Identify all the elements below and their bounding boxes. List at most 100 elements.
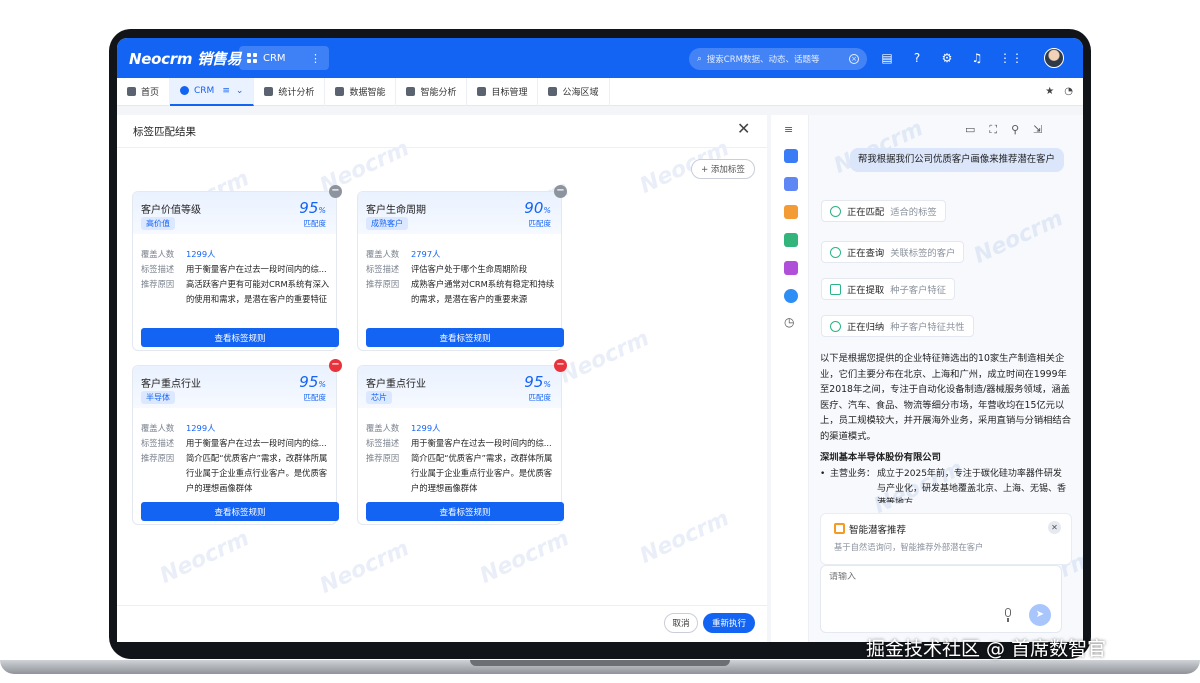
app-screen: Neocrm 销售易 CRM ⋮ ⌕ 搜索CRM数据、动态、话题等 × ▤ ? … (117, 38, 1083, 642)
card-header: 客户重点行业 芯片 95% 匹配度 (358, 366, 561, 408)
remove-tag-icon[interactable]: − (554, 359, 567, 372)
watermark: Neocrm (970, 206, 1068, 269)
more-icon: ⋮ (310, 51, 321, 65)
detail-value: 用于衡量客户在过去一段时间内的综... (186, 438, 327, 448)
search-input[interactable]: 搜索CRM数据、动态、话题等 (707, 53, 820, 65)
notes-icon[interactable]: ▤ (879, 50, 895, 66)
progress-step: 正在提取 种子客户特征 (821, 278, 955, 300)
collapse-icon[interactable]: ≡ (784, 123, 793, 136)
detail-value: 简介匹配“优质客户”需求，改群体所属行业属于企业重点行业客户。是优质客户的理想画… (411, 453, 553, 493)
card-details: 覆盖人数 1299人 标签描述 用于衡量客户在过去一段时间内的综... 推荐原因 高活… (141, 247, 333, 307)
detail-key: 覆盖人数 (141, 423, 175, 433)
detail-key: 覆盖人数 (366, 423, 400, 433)
star-icon[interactable]: ★ (1045, 86, 1054, 97)
watermark: Neocrm (476, 526, 574, 589)
customer-icon[interactable] (784, 177, 798, 191)
tab-data-intel[interactable]: 数据智能 (325, 77, 397, 106)
remove-tag-icon[interactable]: − (329, 185, 342, 198)
bell-icon[interactable]: ♫ (969, 50, 985, 66)
watermark: Neocrm (636, 506, 734, 569)
detail-row: 覆盖人数 2797人 (366, 247, 558, 262)
add-tag-button[interactable]: + 添加标签 (691, 159, 755, 179)
tab-label: 统计分析 (278, 88, 315, 98)
target-icon (477, 87, 487, 96)
card-title: 客户重点行业 (366, 379, 426, 390)
close-icon[interactable]: ✕ (737, 119, 750, 138)
global-icon[interactable] (784, 289, 798, 303)
summarize-icon (830, 320, 841, 332)
view-rule-button[interactable]: 查看标签规则 (141, 502, 339, 521)
rerun-button[interactable]: 重新执行 (703, 613, 755, 633)
avatar[interactable] (1044, 48, 1064, 68)
view-rule-button[interactable]: 查看标签规则 (141, 328, 339, 347)
card-details: 覆盖人数 1299人 标签描述 用于衡量客户在过去一段时间内的综... 推荐原因 简介… (141, 421, 333, 496)
tab-smart-analysis[interactable]: 智能分析 (396, 77, 468, 106)
clear-icon[interactable]: × (849, 54, 859, 64)
match-icon (830, 205, 841, 217)
tab-stats[interactable]: 统计分析 (254, 77, 326, 106)
pie-chart-icon (264, 87, 274, 96)
tab-public-sea[interactable]: 公海区域 (538, 77, 610, 106)
global-search[interactable]: ⌕ 搜索CRM数据、动态、话题等 × (689, 48, 867, 70)
cancel-button[interactable]: 取消 (664, 613, 698, 633)
history-icon[interactable]: ◔ (1064, 86, 1073, 97)
pin-icon[interactable]: ⚲ (1011, 123, 1019, 137)
divider (117, 605, 767, 606)
card-details: 覆盖人数 1299人 标签描述 用于衡量客户在过去一段时间内的综... 推荐原因 简介… (366, 421, 558, 496)
brand-logo[interactable]: Neocrm 销售易 (129, 48, 241, 69)
detail-value: 2797人 (411, 249, 441, 259)
filter-icon[interactable]: ≡ (222, 86, 230, 96)
chevron-down-icon[interactable]: ⌄ (236, 86, 244, 96)
detail-value: 高活跃客户更有可能对CRM系统有深入的使用和需求，是潜在客户的重要特征 (186, 279, 330, 304)
smart-recommend-card[interactable]: 智能潜客推荐 基于自然语询问，智能推荐外部潜在客户 ✕ (820, 513, 1072, 565)
customer-group-icon[interactable] (784, 149, 798, 163)
detail-key: 标签描述 (366, 438, 400, 448)
score-value: 90 (524, 199, 544, 217)
microphone-icon[interactable] (1002, 608, 1014, 622)
top-bar: Neocrm 销售易 CRM ⋮ ⌕ 搜索CRM数据、动态、话题等 × ▤ ? … (117, 38, 1083, 78)
detail-key: 覆盖人数 (366, 249, 400, 259)
remove-tag-icon[interactable]: − (329, 359, 342, 372)
recommend-desc: 基于自然语询问，智能推荐外部潜在客户 (834, 542, 984, 552)
recommend-title: 智能潜客推荐 (849, 525, 907, 536)
expand-icon[interactable]: ⛶ (989, 123, 997, 137)
settings-icon[interactable]: ⚙ (939, 50, 955, 66)
exit-icon[interactable]: ⇲ (1033, 123, 1042, 137)
close-icon[interactable]: ✕ (1048, 521, 1061, 534)
score-unit: % (318, 380, 326, 389)
tab-home[interactable]: 首页 (117, 77, 171, 106)
assistant-sidebar: ≡ ◷ (771, 115, 809, 642)
contact-icon[interactable] (784, 205, 798, 219)
detail-value: 评估客户处于哪个生命周期阶段 (411, 264, 528, 274)
home-icon (127, 87, 136, 96)
tab-goals[interactable]: 目标管理 (467, 77, 539, 106)
tab-label: 数据智能 (349, 88, 386, 98)
app-switcher[interactable]: CRM ⋮ (239, 46, 329, 70)
presentation-icon[interactable] (784, 261, 798, 275)
apps-icon[interactable]: ⋮⋮ (999, 50, 1023, 66)
nav-tabs: 首页 CRM ≡ ⌄ 统计分析 数据智能 智能分析 目标管理 公海区域 ★ ◔ (117, 77, 1083, 106)
match-score-label: 匹配度 (528, 393, 552, 402)
card-header: 客户价值等级 高价值 95% 匹配度 (133, 192, 336, 234)
divider (117, 147, 767, 148)
growth-icon[interactable] (784, 233, 798, 247)
tab-crm[interactable]: CRM ≡ ⌄ (170, 77, 255, 106)
view-rule-button[interactable]: 查看标签规则 (366, 328, 564, 347)
detail-key: 标签描述 (141, 438, 175, 448)
score-unit: % (318, 206, 326, 215)
apps-grid-icon (247, 53, 257, 63)
new-chat-icon[interactable]: ▭ (965, 123, 975, 137)
match-score: 95% (524, 373, 551, 391)
detail-row: 覆盖人数 1299人 (141, 421, 333, 436)
view-rule-button[interactable]: 查看标签规则 (366, 502, 564, 521)
help-icon[interactable]: ? (909, 50, 925, 66)
detail-value: 1299人 (186, 249, 216, 259)
step-desc: 种子客户特征 (890, 285, 946, 296)
remove-tag-icon[interactable]: − (554, 185, 567, 198)
history-icon[interactable]: ◷ (784, 315, 794, 329)
send-button[interactable]: ➤ (1029, 604, 1051, 626)
progress-step: 正在查询 关联标签的客户 (821, 241, 965, 263)
step-label: 正在归纳 (847, 322, 885, 333)
detail-key: 标签描述 (366, 264, 400, 274)
chat-input[interactable] (829, 572, 1029, 582)
